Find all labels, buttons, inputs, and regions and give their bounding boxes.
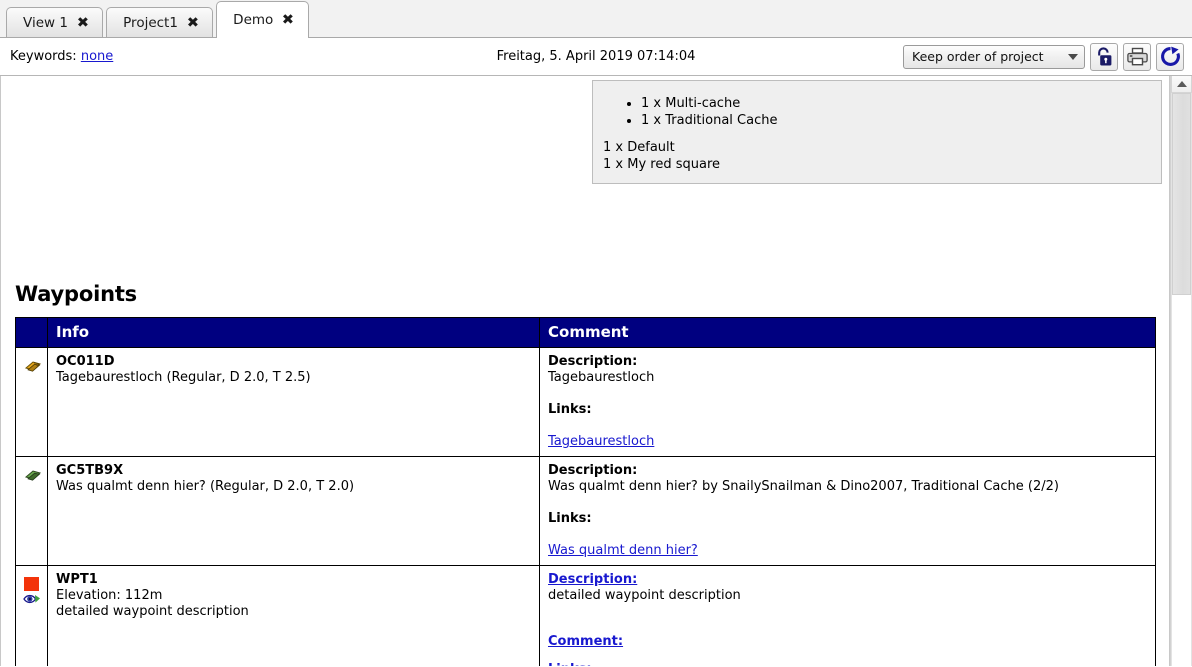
close-icon[interactable]: ✖ <box>77 16 89 30</box>
comment-link[interactable]: Tagebaurestloch <box>548 434 654 449</box>
waypoints-table: Info Comment OC011D Tagebaurestloch (Reg… <box>15 317 1156 666</box>
waypoint-name: GC5TB9X <box>56 463 124 478</box>
table-row: OC011D Tagebaurestloch (Regular, D 2.0, … <box>15 347 1156 457</box>
multi-cache-icon <box>24 361 42 372</box>
row-info-cell: OC011D Tagebaurestloch (Regular, D 2.0, … <box>47 347 540 457</box>
waypoint-detail: detailed waypoint description <box>56 604 249 619</box>
tab-view-1[interactable]: View 1 ✖ <box>6 7 104 37</box>
summary-box: 1 x Multi-cache 1 x Traditional Cache 1 … <box>592 80 1162 184</box>
table-row: GC5TB9X Was qualmt denn hier? (Regular, … <box>15 456 1156 566</box>
close-icon[interactable]: ✖ <box>282 13 294 27</box>
content-area: 1 x Multi-cache 1 x Traditional Cache 1 … <box>0 76 1192 666</box>
waypoint-name: OC011D <box>56 354 115 369</box>
column-header-comment: Comment <box>539 317 1156 348</box>
list-item: 1 x My red square <box>603 156 720 172</box>
traditional-cache-icon <box>24 470 42 481</box>
toolbar-actions: Keep order of project <box>903 42 1184 71</box>
row-comment-cell: Description: Was qualmt denn hier? by Sn… <box>539 456 1156 566</box>
page-title: Waypoints <box>15 282 137 306</box>
print-button[interactable] <box>1123 42 1151 71</box>
lock-button[interactable] <box>1090 42 1118 71</box>
row-icon-cell <box>15 565 48 666</box>
row-info-cell: GC5TB9X Was qualmt denn hier? (Regular, … <box>47 456 540 566</box>
list-item: 1 x Multi-cache <box>641 96 1161 113</box>
chevron-down-icon <box>1068 53 1078 60</box>
row-comment-cell: Description: detailed waypoint descripti… <box>539 565 1156 666</box>
column-header-info: Info <box>47 317 540 348</box>
list-item: 1 x Default <box>603 140 675 155</box>
scrollbar-track[interactable] <box>1171 93 1192 666</box>
scrollbar-thumb[interactable] <box>1172 93 1191 295</box>
row-info-cell: WPT1 Elevation: 112m detailed waypoint d… <box>47 565 540 666</box>
row-comment-cell: Description: Tagebaurestloch Links: Tage… <box>539 347 1156 457</box>
waypoint-name: WPT1 <box>56 572 98 587</box>
description-text: Was qualmt denn hier? by SnailySnailman … <box>548 479 1059 494</box>
sort-order-select[interactable]: Keep order of project <box>903 44 1085 69</box>
toolbar: Keywords: none Freitag, 5. April 2019 07… <box>0 38 1192 76</box>
tab-demo[interactable]: Demo ✖ <box>216 1 309 38</box>
close-icon[interactable]: ✖ <box>187 16 199 30</box>
triangle-up-icon <box>1176 81 1187 87</box>
row-icon-cell <box>15 347 48 457</box>
waypoint-elevation: Elevation: 112m <box>56 588 163 603</box>
waypoint-detail: Was qualmt denn hier? (Regular, D 2.0, T… <box>56 479 355 494</box>
column-header-icon <box>15 317 48 348</box>
unlocked-padlock-icon <box>1097 46 1111 65</box>
description-label: Description: <box>548 354 638 369</box>
scroll-up-button[interactable] <box>1171 76 1192 93</box>
waypoint-detail: Tagebaurestloch (Regular, D 2.0, T 2.5) <box>56 370 311 385</box>
report-document: 1 x Multi-cache 1 x Traditional Cache 1 … <box>0 76 1170 666</box>
tab-label: Project1 <box>123 14 178 31</box>
row-icon-cell <box>15 456 48 566</box>
tab-bar: View 1 ✖ Project1 ✖ Demo ✖ <box>0 0 1192 38</box>
description-text: detailed waypoint description <box>548 588 741 603</box>
refresh-icon <box>1160 46 1180 66</box>
refresh-button[interactable] <box>1156 42 1184 71</box>
description-label: Description: <box>548 463 638 478</box>
vertical-scrollbar[interactable] <box>1170 76 1192 666</box>
summary-plain-lines: 1 x Default 1 x My red square <box>593 140 1161 173</box>
table-header-row: Info Comment <box>15 317 1156 348</box>
row-icon-stack <box>22 572 40 606</box>
sort-order-value: Keep order of project <box>912 49 1044 64</box>
summary-bullet-list: 1 x Multi-cache 1 x Traditional Cache <box>593 96 1161 129</box>
comment-link[interactable]: Was qualmt denn hier? <box>548 543 698 558</box>
red-square-icon <box>24 577 39 591</box>
tab-label: Demo <box>233 12 274 28</box>
description-label-link[interactable]: Description: <box>548 572 637 587</box>
links-label: Links: <box>548 402 592 417</box>
tab-project1[interactable]: Project1 ✖ <box>106 7 214 37</box>
list-item: 1 x Traditional Cache <box>641 113 1161 130</box>
tab-label: View 1 <box>23 14 68 31</box>
description-text: Tagebaurestloch <box>548 370 655 385</box>
printer-icon <box>1126 47 1148 66</box>
links-label-link[interactable]: Links: <box>548 662 592 666</box>
comment-label-link[interactable]: Comment: <box>548 634 623 649</box>
eye-visibility-icon <box>22 594 40 604</box>
links-label: Links: <box>548 511 592 526</box>
table-row: WPT1 Elevation: 112m detailed waypoint d… <box>15 565 1156 666</box>
